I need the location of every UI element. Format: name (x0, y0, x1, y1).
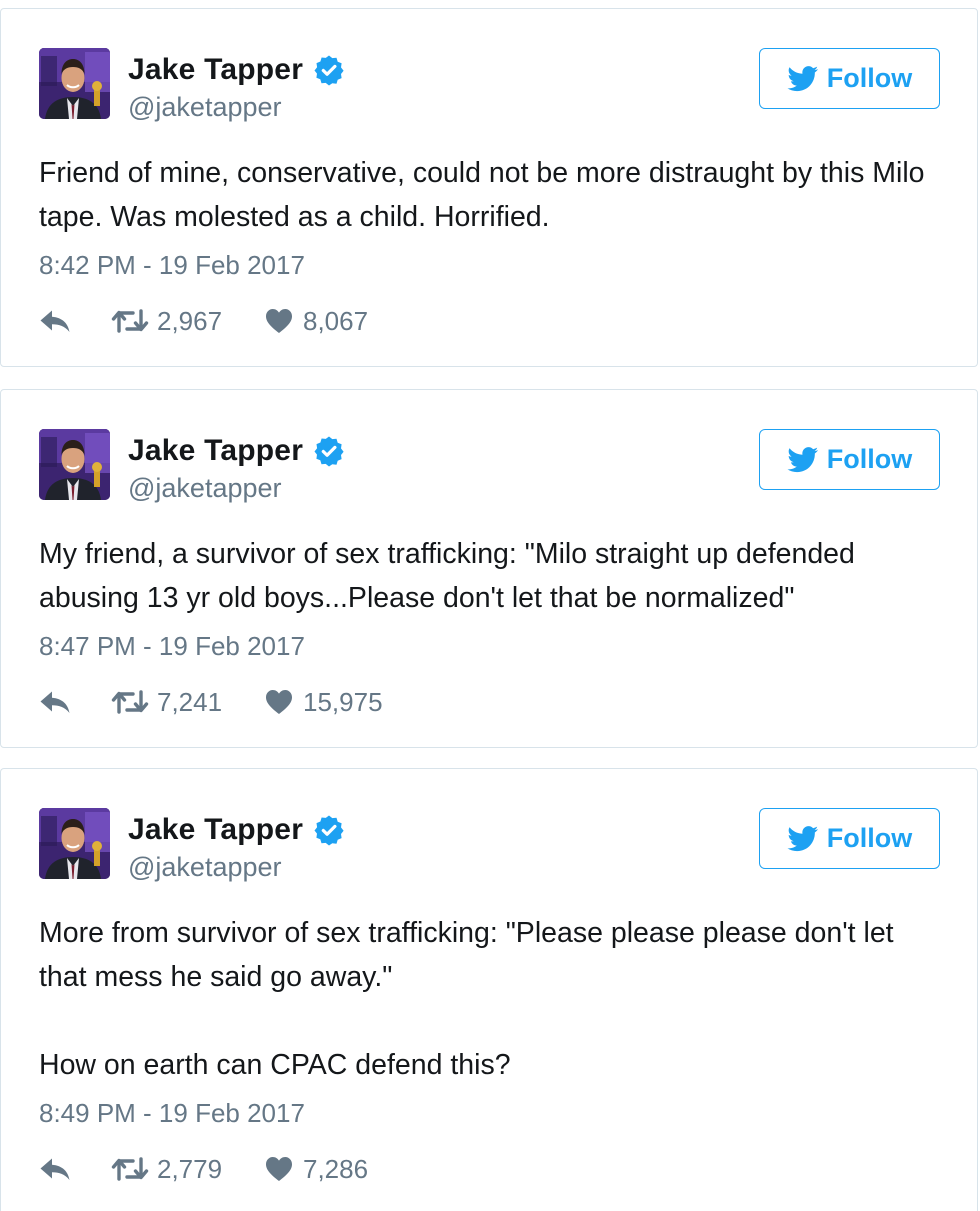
tweet-text: Friend of mine, conservative, could not … (39, 151, 949, 239)
tweet-timestamp[interactable]: 8:42 PM - 19 Feb 2017 (39, 250, 305, 281)
retweet-icon (111, 307, 149, 335)
retweet-count: 2,967 (157, 305, 223, 336)
author-handle[interactable]: @jaketapper (128, 852, 282, 883)
author-name[interactable]: Jake Tapper (128, 434, 303, 468)
like-count: 7,286 (303, 1153, 369, 1184)
reply-icon[interactable] (39, 307, 73, 335)
like-count: 15,975 (303, 686, 383, 717)
retweet-count: 7,241 (157, 686, 223, 717)
reply-icon[interactable] (39, 1155, 73, 1183)
author-name[interactable]: Jake Tapper (128, 53, 303, 87)
follow-button[interactable]: Follow (759, 429, 940, 490)
verified-badge-icon (313, 435, 345, 467)
tweet-timestamp[interactable]: 8:47 PM - 19 Feb 2017 (39, 631, 305, 662)
retweet-icon (111, 688, 149, 716)
avatar[interactable] (39, 48, 110, 119)
twitter-bird-icon (787, 447, 819, 473)
like-button[interactable]: 7,286 (265, 1149, 368, 1189)
like-button[interactable]: 15,975 (265, 682, 383, 722)
retweet-button[interactable]: 2,779 (111, 1149, 222, 1189)
verified-badge-icon (313, 814, 345, 846)
reply-icon[interactable] (39, 688, 73, 716)
follow-label: Follow (826, 63, 913, 93)
follow-button[interactable]: Follow (759, 808, 940, 869)
author-row: Jake Tapper (128, 813, 345, 847)
like-count: 8,067 (303, 305, 369, 336)
twitter-bird-icon (787, 826, 819, 852)
heart-icon (265, 1156, 293, 1182)
tweet-actions: 2,967 8,067 (39, 301, 439, 341)
verified-badge-icon (313, 54, 345, 86)
avatar[interactable] (39, 429, 110, 500)
heart-icon (265, 689, 293, 715)
retweet-count: 2,779 (157, 1153, 223, 1184)
author-name[interactable]: Jake Tapper (128, 813, 303, 847)
tweet-actions: 2,779 7,286 (39, 1149, 439, 1189)
retweet-button[interactable]: 2,967 (111, 301, 222, 341)
follow-button[interactable]: Follow (759, 48, 940, 109)
author-row: Jake Tapper (128, 434, 345, 468)
tweet-text: More from survivor of sex trafficking: "… (39, 911, 949, 1087)
author-handle[interactable]: @jaketapper (128, 92, 282, 123)
follow-label: Follow (826, 444, 913, 474)
retweet-button[interactable]: 7,241 (111, 682, 222, 722)
avatar[interactable] (39, 808, 110, 879)
author-handle[interactable]: @jaketapper (128, 473, 282, 504)
retweet-icon (111, 1155, 149, 1183)
tweet-paragraph: More from survivor of sex trafficking: "… (39, 917, 894, 993)
tweet-paragraph: How on earth can CPAC defend this? (39, 1049, 511, 1081)
tweet-timestamp[interactable]: 8:49 PM - 19 Feb 2017 (39, 1098, 305, 1129)
follow-label: Follow (826, 823, 913, 853)
tweet-paragraph: My friend, a survivor of sex trafficking… (39, 538, 855, 614)
tweet-card: Jake Tapper @jaketapper Follow More from… (0, 768, 978, 1211)
twitter-bird-icon (787, 66, 819, 92)
tweet-text: My friend, a survivor of sex trafficking… (39, 532, 949, 620)
tweet-card: Jake Tapper @jaketapper Follow Friend of… (0, 8, 978, 367)
tweet-actions: 7,241 15,975 (39, 682, 439, 722)
tweet-paragraph: Friend of mine, conservative, could not … (39, 157, 925, 233)
tweet-card: Jake Tapper @jaketapper Follow My friend… (0, 389, 978, 748)
heart-icon (265, 308, 293, 334)
like-button[interactable]: 8,067 (265, 301, 368, 341)
author-row: Jake Tapper (128, 53, 345, 87)
